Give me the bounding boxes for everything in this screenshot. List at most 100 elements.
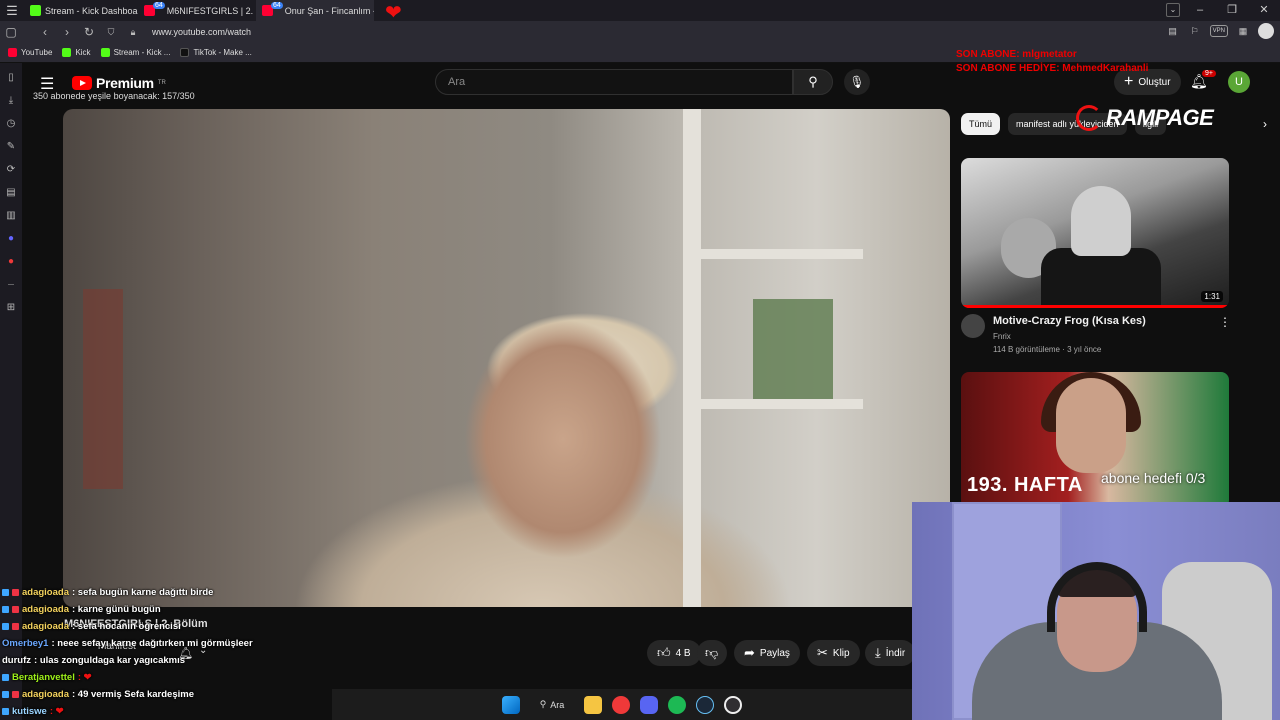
bookshelf <box>683 399 863 409</box>
maximize-icon[interactable]: ❐ <box>1216 0 1248 21</box>
discord-icon[interactable] <box>640 695 659 714</box>
back-icon[interactable]: ‹ <box>34 25 56 39</box>
youtube-logo[interactable]: Premium TR <box>72 75 166 91</box>
bookmark-tiktok[interactable]: TikTok - Make ... <box>180 48 252 57</box>
like-button[interactable]: 👍︎ 4 B <box>647 640 701 666</box>
separator-icon: — <box>8 282 14 288</box>
kick-icon <box>62 48 72 57</box>
add-panel-icon[interactable]: ⊞ <box>5 301 17 315</box>
subscriber-goal-counter: abone hedefi 0/3 <box>1101 470 1206 486</box>
chat-username: adagioada <box>22 621 69 632</box>
history-icon[interactable]: ◷ <box>5 117 17 131</box>
chat-username: adagioada <box>22 587 69 598</box>
window-controls: – ❐ ✕ <box>1184 0 1280 21</box>
tab-kick-dashboard[interactable]: Stream - Kick Dashboard <box>24 0 138 21</box>
taskbar-search[interactable]: ⚲ Ara <box>530 699 575 710</box>
search-input[interactable]: Ara <box>435 69 793 95</box>
chat-text: : karne günü bugün <box>72 604 161 615</box>
bookmarks-icon[interactable]: ▯ <box>5 71 17 85</box>
sidebar-toggle-icon[interactable]: ▢ <box>0 25 22 39</box>
menu-icon[interactable]: ☰ <box>0 0 24 21</box>
sub-badge <box>2 589 9 596</box>
recommendation-thumbnail[interactable]: 193. HAFTA <box>961 372 1229 508</box>
watch-progress <box>961 305 1229 308</box>
tab-onur-san[interactable]: 64 Onur Şan - Fincanlım - You <box>256 0 374 21</box>
sub-badge <box>2 708 9 715</box>
extension-icon[interactable]: ▤ <box>1166 24 1180 38</box>
downloads-icon[interactable]: ⤓ <box>5 94 17 108</box>
chat-message: adagioada : karne günü bugün <box>2 601 332 618</box>
last-gift-subscriber: SON ABONE HEDİYE: MehmedKarahanli <box>956 63 1149 74</box>
tab-manifest[interactable]: 64 M6NIFESTGIRLS | 2. Bölüm <box>138 0 256 21</box>
tab-label: Onur Şan - Fincanlım - You <box>284 5 374 16</box>
recommendation-thumbnail[interactable]: 1:31 <box>961 158 1229 308</box>
file-explorer-icon[interactable] <box>584 695 603 714</box>
profile-avatar[interactable] <box>1258 23 1274 39</box>
tab-label: Stream - Kick Dashboard <box>45 5 138 16</box>
vpn-button[interactable]: VPN <box>1209 25 1228 37</box>
stream-chat-overlay: adagioada : sefa bugün karne dağıttı bir… <box>2 584 332 720</box>
chat-text: : sefa bugün karne dağıttı birde <box>72 587 214 598</box>
shield-icon[interactable]: ⛉ <box>100 27 122 38</box>
bookmark-icon[interactable]: ⚐ <box>1188 24 1202 38</box>
tab-list-chevron-icon[interactable]: ⌄ <box>1166 3 1180 17</box>
calendar-icon[interactable]: ▤ <box>5 186 17 200</box>
notes-icon[interactable]: ✎ <box>5 140 17 154</box>
reload-icon[interactable]: ↻ <box>78 25 100 39</box>
thumbnail-text: 193. HAFTA <box>967 474 1083 496</box>
headset-icon <box>1047 562 1147 632</box>
microphone-icon[interactable]: 🎙︎ <box>844 69 870 95</box>
books <box>753 299 833 399</box>
bookmark-stream-kick[interactable]: Stream - Kick ... <box>100 48 170 57</box>
chat-text: : 49 vermiş Sefa kardeşime <box>72 689 194 700</box>
more-vert-icon[interactable]: ⋮ <box>1219 315 1231 329</box>
chat-message: adagioada : 49 vermiş Sefa kardeşime <box>2 686 332 703</box>
chat-username: kutiswe <box>12 706 47 717</box>
bookmark-kick[interactable]: Kick <box>62 48 91 57</box>
chat-message: adagioada : sefa bugün karne dağıttı bir… <box>2 584 332 601</box>
clip-button[interactable]: ✂ Klip <box>807 640 860 666</box>
video-player[interactable] <box>63 109 950 607</box>
bookmark-youtube[interactable]: YouTube <box>8 48 52 57</box>
thumbs-up-icon: 👍︎ <box>657 645 671 660</box>
youtube-region: TR <box>157 80 166 86</box>
spotify-icon[interactable] <box>668 695 687 714</box>
bookshelf <box>683 109 701 607</box>
gift-badge <box>12 691 19 698</box>
chip-all[interactable]: Tümü <box>961 113 1001 135</box>
mastodon-icon[interactable]: ● <box>5 232 17 246</box>
download-button[interactable]: ⤓ İndir <box>865 640 915 666</box>
bookmark-label: TikTok - Make ... <box>193 48 252 57</box>
forward-icon[interactable]: › <box>56 25 78 39</box>
dislike-button[interactable]: 👎︎ <box>697 640 727 666</box>
chat-message: durufz : ulas zonguldaga kar yagıcakmıs <box>2 652 332 669</box>
tab-label: M6NIFESTGIRLS | 2. Bölüm <box>166 5 256 16</box>
search-icon[interactable]: ⚲ <box>793 69 833 95</box>
url-field[interactable]: www.youtube.com/watch <box>152 27 251 37</box>
share-button[interactable]: ➦ Paylaş <box>734 640 800 666</box>
gift-badge <box>12 623 19 630</box>
channel-avatar[interactable] <box>961 314 985 338</box>
close-icon[interactable]: ✕ <box>1248 0 1280 21</box>
vivaldi-icon[interactable]: ● <box>5 255 17 269</box>
vivaldi-icon[interactable] <box>612 695 631 714</box>
reading-list-icon[interactable]: ▥ <box>5 209 17 223</box>
chat-username: adagioada <box>22 689 69 700</box>
translate-icon[interactable]: ⟳ <box>5 163 17 177</box>
recommendation-title[interactable]: Motive-Crazy Frog (Kısa Kes) <box>993 315 1146 327</box>
steam-icon[interactable] <box>696 695 715 714</box>
chevron-right-icon[interactable]: › <box>1263 117 1267 131</box>
chat-text: : ❤ <box>77 672 92 683</box>
like-count: 4 B <box>675 647 691 659</box>
wallet-icon[interactable]: ▦ <box>1236 24 1250 38</box>
windows-taskbar: ⚲ Ara <box>332 689 912 720</box>
user-avatar[interactable]: U <box>1228 71 1250 93</box>
youtube-logo-text: Premium <box>96 75 154 91</box>
chat-username: Omerbey1 <box>2 638 49 649</box>
obs-icon[interactable] <box>724 695 743 714</box>
plus-icon: + <box>1124 73 1134 90</box>
windows-start-icon[interactable] <box>501 695 520 714</box>
sub-badge <box>2 606 9 613</box>
recommendation-channel[interactable]: Fnrix <box>993 332 1011 341</box>
minimize-icon[interactable]: – <box>1184 0 1216 21</box>
